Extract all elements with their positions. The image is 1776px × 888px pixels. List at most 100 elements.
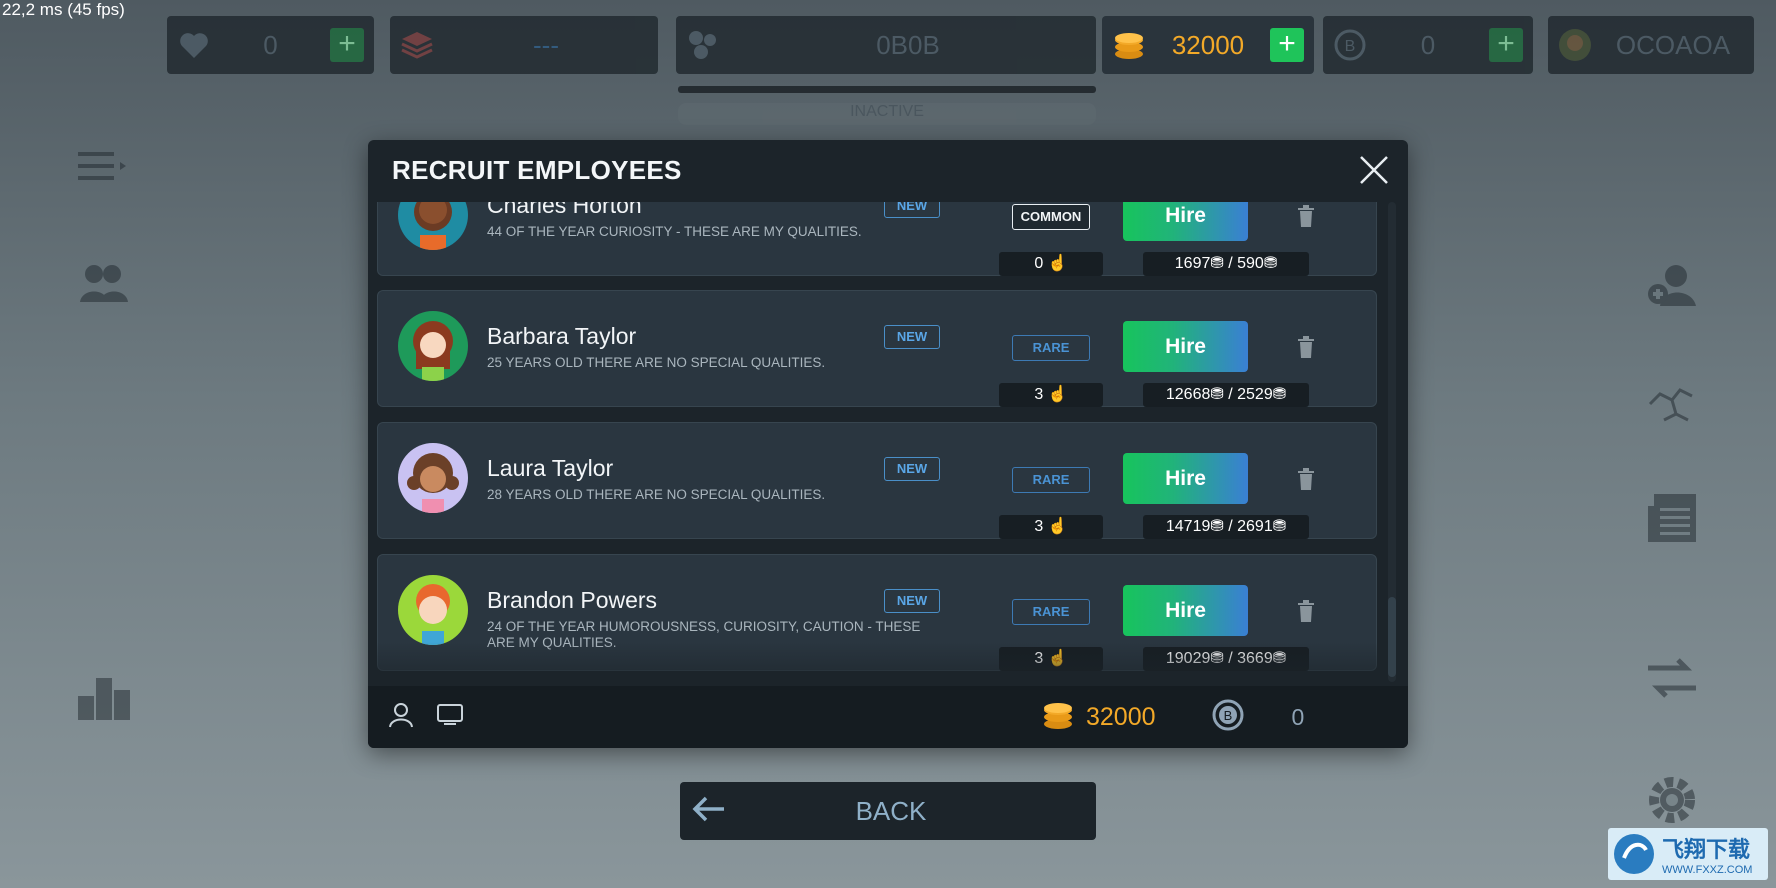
back-label: BACK [855, 795, 927, 826]
employee-name: Brandon Powers [487, 587, 658, 613]
rarity-badge: RARE [1012, 467, 1090, 493]
heart-icon [177, 28, 211, 62]
click-count: 3 [1034, 386, 1044, 403]
coin-stack-icon: ⛃ [1272, 518, 1287, 535]
svg-text:B: B [1223, 708, 1232, 723]
employee-name: Charles Horton [487, 202, 642, 218]
cost-salary: 590 [1237, 255, 1264, 272]
coin-stack-icon: ⛃ [1210, 386, 1224, 403]
player-name: OCOAOA [1615, 29, 1731, 60]
cost-coins: 14719 [1165, 518, 1211, 535]
employee-description: 28 YEARS OLD THERE ARE NO SPECIAL QUALIT… [487, 487, 826, 502]
footer-coins-value: 32000 [1086, 702, 1156, 731]
hearts-box: 0 + [167, 16, 374, 74]
hand-pointer-icon: ☝ [1043, 386, 1068, 403]
arrow-left-icon [692, 795, 726, 828]
svg-text:B: B [1345, 38, 1356, 55]
footer-bitcoin-icon: B [1212, 699, 1244, 736]
hire-button[interactable]: Hire [1123, 321, 1248, 372]
molecules-icon [686, 28, 720, 62]
rarity-badge: RARE [1012, 599, 1090, 625]
click-requirement: 3 ☝ [999, 515, 1103, 539]
cost-salary: 2529 [1237, 386, 1273, 403]
dialog-title: RECRUIT EMPLOYEES [392, 154, 682, 185]
rarity-badge: RARE [1012, 335, 1090, 361]
hire-cost: 12668⛃ / 2529⛃ [1143, 383, 1309, 407]
new-badge: NEW [884, 325, 940, 349]
team-icon[interactable] [78, 262, 130, 309]
employee-card: Laura Taylor 28 YEARS OLD THERE ARE NO S… [377, 422, 1377, 539]
scrollbar-thumb[interactable] [1388, 597, 1396, 677]
hire-button[interactable]: Hire [1123, 585, 1248, 636]
profile-icon[interactable] [388, 702, 414, 733]
recruit-employees-dialog: RECRUIT EMPLOYEES Charles Horton 44 OF T… [368, 140, 1408, 748]
rarity-badge: COMMON [1012, 204, 1090, 230]
cost-coins: 19029 [1165, 650, 1211, 667]
back-button[interactable]: BACK [680, 782, 1096, 840]
transfer-icon[interactable] [1646, 656, 1698, 705]
leaderboard-icon[interactable] [78, 668, 130, 725]
cost-coins: 12668 [1165, 386, 1211, 403]
hand-pointer-icon: ☝ [1043, 518, 1068, 535]
stack-value: --- [533, 29, 559, 60]
click-requirement: 3 ☝ [999, 383, 1103, 407]
molecule-research-icon[interactable] [1646, 380, 1698, 431]
hire-button[interactable]: Hire [1123, 202, 1248, 241]
delete-trash-icon[interactable] [1296, 468, 1316, 490]
click-requirement: 0 ☝ [999, 252, 1103, 276]
news-icon[interactable] [1646, 492, 1698, 549]
coins-icon [1112, 28, 1146, 62]
player-box[interactable]: OCOAOA [1548, 16, 1754, 74]
hand-pointer-icon: ☝ [1043, 650, 1068, 667]
bitcoin-icon: B [1333, 28, 1367, 62]
settings-gear-icon[interactable] [1646, 774, 1698, 831]
footer-bitcoin-value: 0 [1291, 703, 1305, 730]
watermark-text: 飞翔下载 [1662, 838, 1751, 863]
employee-card: Barbara Taylor 25 YEARS OLD THERE ARE NO… [377, 290, 1377, 407]
hire-button[interactable]: Hire [1123, 453, 1248, 504]
coin-stack-icon: ⛃ [1263, 255, 1278, 272]
new-badge: NEW [884, 457, 940, 481]
delete-trash-icon[interactable] [1296, 600, 1316, 622]
employee-list[interactable]: Charles Horton 44 OF THE YEAR CURIOSITY … [368, 202, 1408, 748]
coin-stack-icon: ⛃ [1210, 255, 1224, 272]
coins-value: 32000 [1171, 29, 1245, 60]
employee-description: 25 YEARS OLD THERE ARE NO SPECIAL QUALIT… [487, 355, 826, 370]
employee-name: Laura Taylor [487, 455, 614, 481]
add-bitcoin-button[interactable]: + [1489, 28, 1523, 62]
dialog-header: RECRUIT EMPLOYEES [368, 140, 1408, 200]
employee-description: 44 OF THE YEAR CURIOSITY - THESE ARE MY … [487, 224, 862, 239]
player-avatar-icon [1558, 28, 1592, 62]
employee-avatar [398, 311, 468, 381]
hire-cost: 14719⛃ / 2691⛃ [1143, 515, 1309, 539]
fps-counter: 22,2 ms (45 fps) [2, 0, 125, 19]
delete-trash-icon[interactable] [1296, 205, 1316, 227]
menu-icon[interactable] [78, 150, 128, 187]
employee-avatar [398, 443, 468, 513]
employee-description: 24 OF THE YEAR HUMOROUSNESS, CURIOSITY, … [487, 619, 921, 650]
add-coins-button[interactable]: + [1270, 28, 1304, 62]
watermark-emblem-icon [1614, 834, 1654, 874]
bitcoin-value: 0 [1420, 29, 1436, 60]
click-count: 3 [1034, 650, 1044, 667]
computer-icon[interactable] [436, 703, 464, 732]
coin-stack-icon: ⛃ [1272, 386, 1287, 403]
add-user-icon[interactable] [1646, 262, 1698, 313]
stack-box: --- [390, 16, 658, 74]
cost-coins: 1697 [1174, 255, 1211, 272]
employee-avatar [398, 202, 468, 250]
progress-bar [678, 86, 1096, 93]
click-count: 3 [1034, 518, 1044, 535]
delete-trash-icon[interactable] [1296, 336, 1316, 358]
employee-name: Barbara Taylor [487, 323, 637, 349]
hearts-value: 0 [263, 29, 278, 60]
hex-box: 0B0B [676, 16, 1096, 74]
bitcoin-box: B 0 + [1323, 16, 1533, 74]
employee-avatar [398, 575, 468, 645]
employee-card: Charles Horton 44 OF THE YEAR CURIOSITY … [377, 202, 1377, 276]
close-icon[interactable] [1358, 154, 1390, 186]
hand-pointer-icon: ☝ [1043, 255, 1068, 272]
click-requirement: 3 ☝ [999, 647, 1103, 671]
coins-box: 32000 + [1102, 16, 1314, 74]
add-hearts-button[interactable]: + [330, 28, 364, 62]
